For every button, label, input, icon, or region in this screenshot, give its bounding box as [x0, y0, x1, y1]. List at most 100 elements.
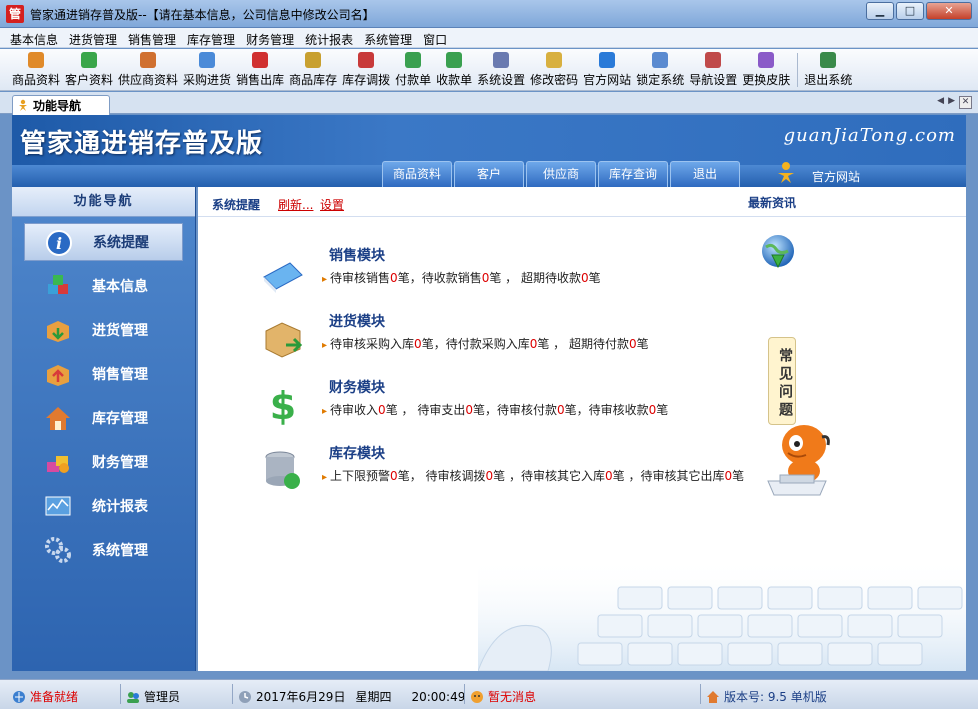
status-time: 20:00:49: [411, 689, 466, 704]
count-value[interactable]: 0: [629, 337, 637, 351]
toolbar-button[interactable]: 修改密码: [530, 49, 578, 90]
description-text: 笔: [636, 337, 649, 351]
toolbar-button-label: 采购进货: [183, 73, 232, 87]
count-value[interactable]: 0: [605, 469, 613, 483]
banner-tab[interactable]: 退出: [670, 161, 740, 187]
close-button[interactable]: ✕: [926, 2, 972, 20]
sales-book-icon: [263, 262, 303, 293]
keyboard-background-image: [478, 557, 966, 671]
sidebar-item[interactable]: 系统管理: [24, 531, 183, 569]
toolbar-button-label: 收款单: [436, 73, 473, 87]
toolbar-button-label: 更换皮肤: [742, 73, 791, 87]
svg-text:$: $: [270, 384, 296, 427]
toolbar-button[interactable]: 锁定系统: [636, 49, 684, 90]
count-value[interactable]: 0: [581, 271, 589, 285]
sidebar-item[interactable]: 基本信息: [24, 267, 183, 305]
status-user: 管理员: [126, 688, 180, 705]
toolbar-button[interactable]: 供应商资料: [118, 49, 178, 90]
sidebar-item[interactable]: i 系统提醒: [24, 223, 183, 261]
count-value[interactable]: 0: [378, 403, 386, 417]
maximize-button[interactable]: □: [896, 2, 924, 20]
sidebar-item-label: 系统提醒: [93, 235, 149, 251]
sidebar-item[interactable]: 销售管理: [24, 355, 183, 393]
module-title[interactable]: 进货模块: [329, 311, 385, 331]
banner-tabs: 商品资料 客户 供应商 库存查询 退出: [382, 161, 740, 187]
status-divider: [700, 684, 701, 704]
toolbar-button[interactable]: 系统设置: [477, 49, 525, 90]
description-text: 笔: [732, 469, 745, 483]
window-title: 管家通进销存普及版--【请在基本信息，公司信息中修改公司名】: [30, 8, 375, 22]
toolbar-button[interactable]: 采购进货: [183, 49, 231, 90]
toolbar-button[interactable]: 客户资料: [65, 49, 113, 90]
toolbar-button[interactable]: 更换皮肤: [742, 49, 790, 90]
status-message[interactable]: 暂无消息: [470, 688, 536, 705]
info-icon: i: [46, 230, 72, 256]
description-text: 笔，待收款销售: [397, 271, 482, 285]
menu-item[interactable]: 销售管理: [128, 28, 182, 47]
toolbar-button[interactable]: 官方网站: [583, 49, 631, 90]
status-weekday: 星期四: [355, 690, 392, 704]
toolbar-button-label: 商品库存: [289, 73, 338, 87]
sidebar-item[interactable]: 进货管理: [24, 311, 183, 349]
tab-close-icon[interactable]: ✕: [959, 96, 972, 109]
globe-download-icon[interactable]: [758, 233, 798, 273]
toolbar-button[interactable]: 商品库存: [289, 49, 337, 90]
tab-prev-icon[interactable]: ◀: [937, 96, 944, 109]
official-site-link[interactable]: 官方网站: [812, 168, 860, 185]
sidebar-item[interactable]: 统计报表: [24, 487, 183, 525]
banner-tab[interactable]: 库存查询: [598, 161, 668, 187]
toolbar-button[interactable]: 退出系统: [804, 49, 852, 90]
banner-tab[interactable]: 客户: [454, 161, 524, 187]
banner-tab[interactable]: 供应商: [526, 161, 596, 187]
count-value[interactable]: 0: [414, 337, 422, 351]
toolbar-button[interactable]: 付款单: [395, 49, 431, 90]
toolbar-button-label: 付款单: [395, 73, 432, 87]
menu-item[interactable]: 财务管理: [246, 28, 300, 47]
tab-function-nav[interactable]: 功能导航: [12, 95, 110, 115]
status-version: 版本号: 9.5 单机版: [706, 688, 827, 705]
count-value[interactable]: 0: [486, 469, 494, 483]
menu-item[interactable]: 库存管理: [187, 28, 241, 47]
module-title[interactable]: 销售模块: [329, 245, 385, 265]
finance-icon: [47, 456, 69, 473]
tab-next-icon[interactable]: ▶: [948, 96, 955, 109]
official-site-person-icon[interactable]: [775, 161, 797, 183]
count-value[interactable]: 0: [390, 271, 398, 285]
menu-item[interactable]: 基本信息: [10, 28, 64, 47]
toolbar-button[interactable]: 收款单: [436, 49, 472, 90]
supplier-icon: [140, 52, 157, 68]
toolbar-button[interactable]: 商品资料: [12, 49, 60, 90]
count-value[interactable]: 0: [557, 403, 565, 417]
module-title[interactable]: 财务模块: [329, 377, 385, 397]
refresh-link[interactable]: 刷新...: [278, 196, 313, 213]
toolbar: 商品资料 客户资料 供应商资料 采购进货 销售出库 商品库存 库存调拨 付款单 收款单 系统设置修…: [0, 49, 978, 91]
banner-tab[interactable]: 商品资料: [382, 161, 452, 187]
menu-item[interactable]: 统计报表: [305, 28, 359, 47]
toolbar-button[interactable]: 库存调拨: [342, 49, 390, 90]
menu-item[interactable]: 系统管理: [364, 28, 418, 47]
toolbar-button[interactable]: 销售出库: [236, 49, 284, 90]
count-value[interactable]: 0: [390, 469, 398, 483]
skin-icon: [758, 52, 775, 68]
status-date: 2017年6月29日: [256, 690, 346, 704]
count-value[interactable]: 0: [724, 469, 732, 483]
toolbar-button[interactable]: 导航设置: [689, 49, 737, 90]
description-text: 笔，待审核收款: [564, 403, 649, 417]
module-description: ▸ 待审收入0笔 ， 待审支出0笔，待审核付款0笔，待审核收款0笔: [322, 401, 668, 418]
status-version-text: 版本号: 9.5 单机版: [724, 690, 827, 704]
sales-out-icon: [252, 52, 269, 68]
count-value[interactable]: 0: [465, 403, 473, 417]
message-icon: [471, 690, 483, 703]
sidebar-items: i 系统提醒基本信息进货管理销售管理库存管理财务管理统计报表系统管理: [12, 223, 195, 569]
status-globe-icon: [13, 690, 25, 703]
sidebar-item[interactable]: 财务管理: [24, 443, 183, 481]
menu-item[interactable]: 进货管理: [69, 28, 123, 47]
sidebar-item[interactable]: 库存管理: [24, 399, 183, 437]
module-title[interactable]: 库存模块: [329, 443, 385, 463]
settings-icon: [493, 52, 510, 68]
menu-item[interactable]: 窗口: [423, 28, 453, 47]
minimize-button[interactable]: ▁: [866, 2, 894, 20]
settings-link[interactable]: 设置: [320, 196, 344, 213]
status-ready: 准备就绪: [12, 688, 78, 705]
faq-box[interactable]: 常见问题: [768, 337, 796, 425]
